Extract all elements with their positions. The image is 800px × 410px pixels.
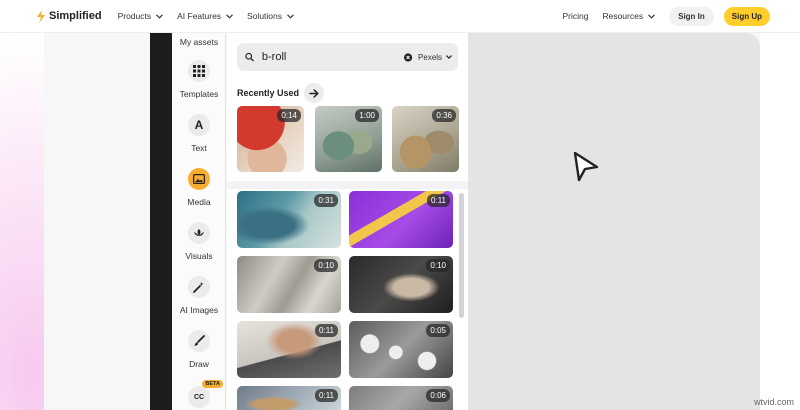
video-duration: 0:11 (315, 389, 338, 402)
chevron-down-icon (287, 13, 294, 19)
video-result-thumbnail[interactable]: 0:11 (237, 386, 341, 410)
device-bezel (150, 33, 172, 410)
section-divider (227, 181, 468, 189)
video-duration: 0:06 (426, 389, 450, 402)
sidebar-item-label: Visuals (185, 251, 213, 261)
recent-video-thumbnail[interactable]: 1:00 (315, 106, 382, 172)
search-input[interactable] (261, 51, 404, 63)
scrollbar[interactable] (459, 193, 464, 318)
video-result-thumbnail[interactable]: 0:11 (237, 321, 341, 378)
video-result-thumbnail[interactable]: 0:31 (237, 191, 341, 248)
arrow-right-icon (309, 88, 319, 98)
design-canvas[interactable] (468, 33, 760, 410)
video-duration: 1:00 (355, 109, 379, 122)
nav-resources[interactable]: Resources (602, 11, 655, 21)
video-duration: 0:10 (314, 259, 338, 272)
sidebar-item-label: Templates (179, 89, 219, 99)
nav-ai-features[interactable]: AI Features (177, 11, 233, 21)
video-duration: 0:14 (277, 109, 301, 122)
sidebar-item-label: Draw (189, 359, 209, 369)
video-result-thumbnail[interactable]: 0:10 (237, 256, 341, 313)
grid-icon (188, 60, 210, 82)
nav-solutions[interactable]: Solutions (247, 11, 294, 21)
video-duration: 0:05 (426, 324, 450, 337)
video-duration: 0:36 (432, 109, 456, 122)
sidebar-item-templates[interactable]: Templates (172, 60, 226, 99)
brand-name: Simplified (49, 10, 102, 22)
recent-video-thumbnail[interactable]: 0:36 (392, 106, 459, 172)
recently-used-header: Recently Used (237, 83, 325, 103)
sidebar-item-captions[interactable]: CC BETA (172, 380, 226, 408)
nav-pricing-label: Pricing (562, 11, 589, 21)
top-navigation: Simplified Products AI Features Solution… (0, 0, 800, 33)
nav-products[interactable]: Products (118, 11, 164, 21)
nav-products-label: Products (117, 11, 152, 21)
image-icon (188, 168, 210, 190)
recent-video-thumbnail[interactable]: 0:14 (237, 106, 304, 172)
recently-used-title: Recently Used (237, 88, 300, 98)
video-result-thumbnail[interactable]: 0:11 (349, 191, 453, 248)
nav-solutions-label: Solutions (247, 11, 283, 21)
shapes-icon (188, 222, 210, 244)
editor-sidebar: My assets Templates A Text Media Visuals… (172, 33, 226, 410)
sign-in-button[interactable]: Sign In (669, 6, 714, 26)
video-duration: 0:11 (427, 194, 450, 207)
sidebar-item-label: AI Images (179, 305, 219, 315)
media-search-bar: Pexels (237, 43, 458, 71)
chevron-down-icon (156, 13, 163, 19)
sidebar-item-text[interactable]: A Text (172, 114, 226, 153)
chevron-down-icon[interactable] (446, 54, 452, 60)
captions-icon: CC (188, 386, 210, 408)
source-select[interactable]: Pexels (418, 53, 442, 62)
chevron-down-icon (648, 13, 655, 19)
nav-pricing[interactable]: Pricing (562, 11, 588, 21)
sidebar-item-draw[interactable]: Draw (172, 330, 226, 369)
video-result-thumbnail[interactable]: 0:05 (349, 321, 453, 378)
video-duration: 0:11 (315, 324, 338, 337)
chevron-down-icon (226, 13, 233, 19)
video-duration: 0:31 (314, 194, 338, 207)
sidebar-item-media[interactable]: Media (172, 168, 226, 207)
sidebar-item-ai-images[interactable]: AI Images (172, 276, 226, 315)
see-all-button[interactable] (304, 83, 325, 103)
beta-badge: BETA (202, 380, 223, 388)
watermark-text: wtvid.com (753, 397, 794, 407)
nav-resources-label: Resources (602, 11, 644, 21)
magic-wand-icon (188, 276, 210, 298)
text-icon: A (188, 114, 210, 136)
sign-up-button[interactable]: Sign Up (723, 6, 770, 26)
brand-logo[interactable]: Simplified (36, 9, 102, 23)
video-duration: 0:10 (426, 259, 450, 272)
nav-ai-features-label: AI Features (177, 11, 222, 21)
video-result-thumbnail[interactable]: 0:10 (349, 256, 453, 313)
sidebar-item-label: Text (191, 143, 207, 153)
mouse-cursor-icon (573, 151, 599, 182)
clear-search-icon[interactable] (403, 52, 413, 63)
sidebar-item-visuals[interactable]: Visuals (172, 222, 226, 261)
video-result-thumbnail[interactable]: 0:06 (349, 386, 453, 410)
media-panel: Pexels Recently Used 0:14 1:00 0:36 0:31… (227, 33, 468, 410)
sidebar-item-label: Media (187, 197, 211, 207)
sidebar-item-label: My assets (179, 37, 219, 47)
brush-icon (188, 330, 210, 352)
logo-icon (37, 9, 45, 23)
sidebar-item-my-assets[interactable]: My assets (172, 37, 226, 47)
search-icon (245, 52, 254, 62)
